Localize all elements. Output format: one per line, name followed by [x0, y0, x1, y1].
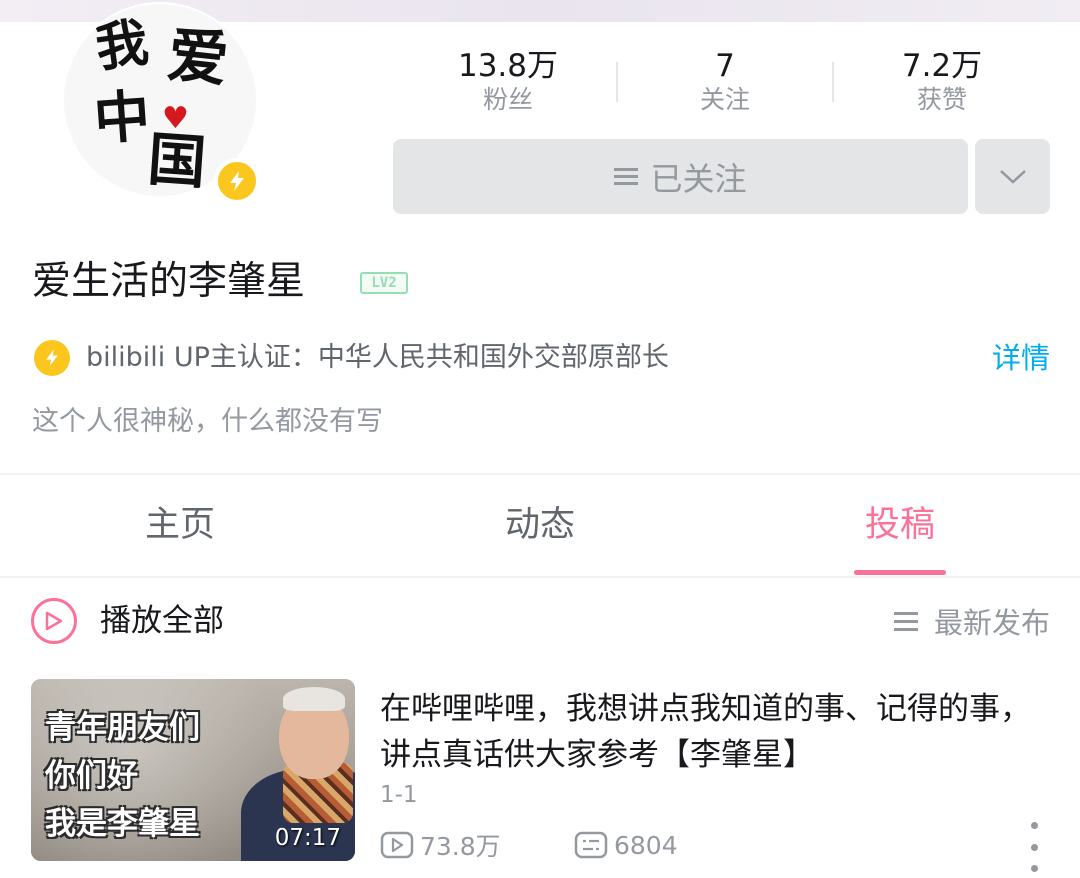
menu-lines-icon [893, 607, 918, 636]
tab-uploads[interactable]: 投稿 [800, 500, 1000, 550]
stat-label: 获赞 [916, 85, 967, 114]
tabs-divider [0, 576, 1080, 578]
avatar-char: 国 [145, 125, 209, 197]
stat-label: 粉丝 [482, 85, 533, 114]
level-badge: LV2 [360, 272, 408, 294]
tab-dynamics[interactable]: 动态 [440, 500, 640, 550]
active-tab-indicator [854, 570, 946, 575]
bio: 这个人很神秘，什么都没有写 [32, 406, 383, 437]
followed-button-label: 已关注 [650, 159, 747, 198]
stat-divider [616, 62, 618, 102]
play-circle-icon[interactable] [31, 598, 77, 644]
danmaku-icon [574, 831, 608, 859]
section-divider [0, 473, 1080, 475]
tab-home[interactable]: 主页 [80, 500, 280, 550]
profile-tabs: 主页 动态 投稿 [0, 476, 1080, 576]
menu-lines-icon [614, 164, 639, 189]
thumbnail-caption: 你们好 [45, 758, 138, 794]
lightning-icon [34, 340, 70, 376]
stat-label: 关注 [699, 85, 750, 114]
play-box-icon [380, 831, 414, 859]
stat-following[interactable]: 7 关注 [625, 48, 825, 116]
username: 爱生活的李肇星 [32, 259, 306, 304]
thumbnail-caption: 我是李肇星 [45, 806, 200, 842]
followed-button[interactable]: 已关注 [393, 139, 968, 214]
details-link[interactable]: 详情 [992, 338, 1050, 378]
video-views: 73.8万 [380, 828, 501, 862]
video-list-item[interactable]: 青年朋友们 你们好 我是李肇星 07:17 在哔哩哔哩，我想讲点我知道的事、记得… [0, 672, 1080, 872]
stat-likes[interactable]: 7.2万 获赞 [842, 48, 1042, 116]
avatar-char: 爱 [164, 20, 232, 96]
sort-label: 最新发布 [933, 606, 1050, 640]
certification-row: bilibili UP主认证：中华人民共和国外交部原部长 详情 [34, 338, 1050, 378]
follow-options-button[interactable] [975, 139, 1050, 214]
danmaku-count: 6804 [614, 830, 678, 860]
avatar-container[interactable]: 我 爱 中 国 ♥ [62, 2, 262, 204]
more-vertical-icon[interactable] [1026, 822, 1042, 872]
stat-fans[interactable]: 13.8万 粉丝 [408, 48, 608, 116]
certification-text: bilibili UP主认证：中华人民共和国外交部原部长 [86, 342, 669, 373]
profile-stats: 13.8万 粉丝 7 关注 7.2万 获赞 [400, 48, 1050, 118]
video-thumbnail[interactable]: 青年朋友们 你们好 我是李肇星 07:17 [31, 679, 355, 861]
video-danmaku: 6804 [574, 828, 678, 862]
chevron-down-icon [999, 169, 1026, 184]
heart-icon: ♥ [162, 101, 189, 136]
sort-button[interactable]: 最新发布 [893, 598, 1050, 644]
thumbnail-caption: 青年朋友们 [45, 710, 200, 746]
avatar-char: 我 [91, 11, 152, 80]
list-controls: 播放全部 最新发布 [0, 592, 1080, 650]
stat-divider [832, 62, 834, 102]
play-all-button[interactable]: 播放全部 [100, 598, 224, 644]
video-subtitle: 1-1 [380, 782, 418, 808]
stat-value: 13.8万 [457, 48, 559, 84]
verified-badge-icon [214, 158, 260, 204]
avatar-char: 中 [91, 83, 153, 153]
stat-value: 7.2万 [901, 48, 983, 84]
video-duration: 07:17 [274, 825, 341, 851]
views-count: 73.8万 [420, 832, 501, 861]
video-title[interactable]: 在哔哩哔哩，我想讲点我知道的事、记得的事，讲点真话供大家参考【李肇星】 [380, 686, 1060, 778]
stat-value: 7 [715, 48, 735, 84]
